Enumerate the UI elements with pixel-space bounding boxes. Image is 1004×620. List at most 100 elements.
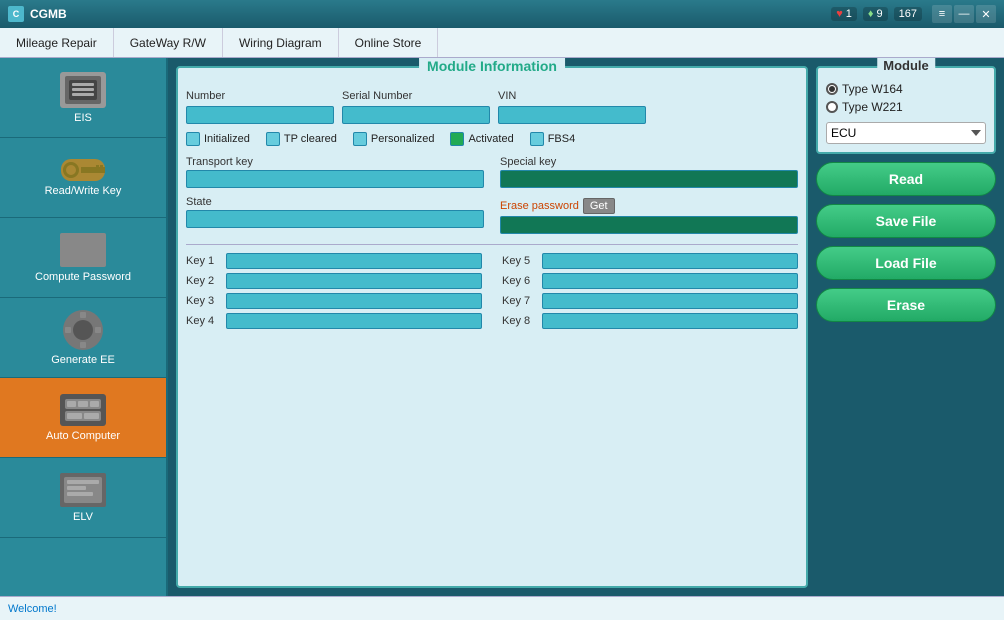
erase-password-text: Erase password xyxy=(500,200,579,212)
stat-number: 167 xyxy=(894,7,922,21)
erase-col: Erase password Get xyxy=(500,196,798,236)
key8-label: Key 8 xyxy=(502,315,538,327)
module-panel: Module Type W164 Type W221 ECU EIS ELV R… xyxy=(816,66,996,588)
activated-label: Activated xyxy=(468,133,513,145)
key1-input[interactable] xyxy=(226,253,482,269)
sidebar-item-generate-ee[interactable]: Generate EE xyxy=(0,298,166,378)
serial-label: Serial Number xyxy=(342,90,490,102)
window-controls[interactable]: ≡ — ✕ xyxy=(932,5,996,23)
sidebar-item-read-write-key[interactable]: Read/Write Key xyxy=(0,138,166,218)
radio-type-w221[interactable]: Type W221 xyxy=(826,100,986,114)
key8-input[interactable] xyxy=(542,313,798,329)
menu-mileage-repair[interactable]: Mileage Repair xyxy=(0,28,114,57)
compute-icon xyxy=(60,233,106,267)
state-row-container: State Erase password Get xyxy=(186,196,798,236)
transport-key-label: Transport key xyxy=(186,156,484,168)
title-stats: ♥ 1 ♦ 9 167 xyxy=(831,7,922,21)
sidebar-item-auto-computer[interactable]: Auto Computer xyxy=(0,378,166,458)
heart-icon: ♥ xyxy=(836,8,843,20)
save-file-button[interactable]: Save File xyxy=(816,204,996,238)
sidebar-compute-label: Compute Password xyxy=(35,271,131,283)
key-icon xyxy=(61,159,105,181)
key6-label: Key 6 xyxy=(502,275,538,287)
diamond-icon: ♦ xyxy=(868,8,874,20)
sidebar: EIS Read/Write Key xyxy=(0,58,168,596)
close-button[interactable]: ✕ xyxy=(976,5,996,23)
module-type-dropdown[interactable]: ECU EIS ELV xyxy=(826,122,986,144)
menu-button[interactable]: ≡ xyxy=(932,5,952,23)
get-button[interactable]: Get xyxy=(583,198,615,214)
w164-radio-circle xyxy=(826,83,838,95)
main-content: EIS Read/Write Key xyxy=(0,58,1004,596)
tp-cleared-checkbox-box xyxy=(266,132,280,146)
load-file-button[interactable]: Load File xyxy=(816,246,996,280)
number-input[interactable] xyxy=(186,106,334,124)
checkbox-activated[interactable]: Activated xyxy=(450,132,513,146)
key-row-2: Key 2 xyxy=(186,273,482,289)
state-label: State xyxy=(186,196,484,208)
key4-input[interactable] xyxy=(226,313,482,329)
sidebar-item-eis[interactable]: EIS xyxy=(0,58,166,138)
sidebar-item-elv[interactable]: ELV xyxy=(0,458,166,538)
keys-grid: Key 1 Key 5 Key 2 Key 6 Key 3 xyxy=(186,253,798,329)
w164-label: Type W164 xyxy=(842,82,903,96)
key-row-6: Key 6 xyxy=(502,273,798,289)
key3-input[interactable] xyxy=(226,293,482,309)
stat-num-value: 167 xyxy=(899,8,917,20)
app-icon: C xyxy=(8,6,24,22)
radio-type-w164[interactable]: Type W164 xyxy=(826,82,986,96)
vin-group: VIN xyxy=(498,90,646,124)
sidebar-item-compute-password[interactable]: Compute Password xyxy=(0,218,166,298)
key4-label: Key 4 xyxy=(186,315,222,327)
key-row-3: Key 3 xyxy=(186,293,482,309)
erase-value-input[interactable] xyxy=(500,216,798,234)
minimize-button[interactable]: — xyxy=(954,5,974,23)
erase-button[interactable]: Erase xyxy=(816,288,996,322)
diamond-count: 9 xyxy=(877,8,883,20)
key3-label: Key 3 xyxy=(186,295,222,307)
key2-label: Key 2 xyxy=(186,275,222,287)
menu-wiring-diagram[interactable]: Wiring Diagram xyxy=(223,28,339,57)
app-title: CGMB xyxy=(30,7,831,21)
checkbox-personalized[interactable]: Personalized xyxy=(353,132,435,146)
special-key-input[interactable] xyxy=(500,170,798,188)
activated-checkbox-box xyxy=(450,132,464,146)
key6-input[interactable] xyxy=(542,273,798,289)
number-group: Number xyxy=(186,90,334,124)
status-bar: Welcome! xyxy=(0,596,1004,620)
sidebar-auto-label: Auto Computer xyxy=(46,430,120,442)
auto-computer-icon xyxy=(60,394,106,426)
special-col: Special key xyxy=(500,156,798,190)
checkbox-fbs4[interactable]: FBS4 xyxy=(530,132,576,146)
sidebar-key-label: Read/Write Key xyxy=(45,185,122,197)
key-row-7: Key 7 xyxy=(502,293,798,309)
key7-input[interactable] xyxy=(542,293,798,309)
initialized-label: Initialized xyxy=(204,133,250,145)
erase-password-row: Erase password Get xyxy=(500,198,798,214)
state-input[interactable] xyxy=(186,210,484,228)
checkbox-tp-cleared[interactable]: TP cleared xyxy=(266,132,337,146)
checkbox-initialized[interactable]: Initialized xyxy=(186,132,250,146)
module-box-title: Module xyxy=(877,58,935,73)
generate-icon xyxy=(63,310,103,350)
vin-label: VIN xyxy=(498,90,646,102)
stat-diamonds: ♦ 9 xyxy=(863,7,888,21)
serial-input[interactable] xyxy=(342,106,490,124)
transport-special-row: Transport key Special key xyxy=(186,156,798,190)
key5-input[interactable] xyxy=(542,253,798,269)
key1-label: Key 1 xyxy=(186,255,222,267)
state-col: State xyxy=(186,196,484,236)
special-key-label: Special key xyxy=(500,156,798,168)
key-row-5: Key 5 xyxy=(502,253,798,269)
personalized-checkbox-box xyxy=(353,132,367,146)
sidebar-eis-label: EIS xyxy=(74,112,92,124)
key2-input[interactable] xyxy=(226,273,482,289)
w221-label: Type W221 xyxy=(842,100,903,114)
menu-online-store[interactable]: Online Store xyxy=(339,28,439,57)
menu-gateway-rw[interactable]: GateWay R/W xyxy=(114,28,223,57)
key-row-1: Key 1 xyxy=(186,253,482,269)
module-info-title: Module Information xyxy=(419,58,565,74)
transport-key-input[interactable] xyxy=(186,170,484,188)
vin-input[interactable] xyxy=(498,106,646,124)
read-button[interactable]: Read xyxy=(816,162,996,196)
